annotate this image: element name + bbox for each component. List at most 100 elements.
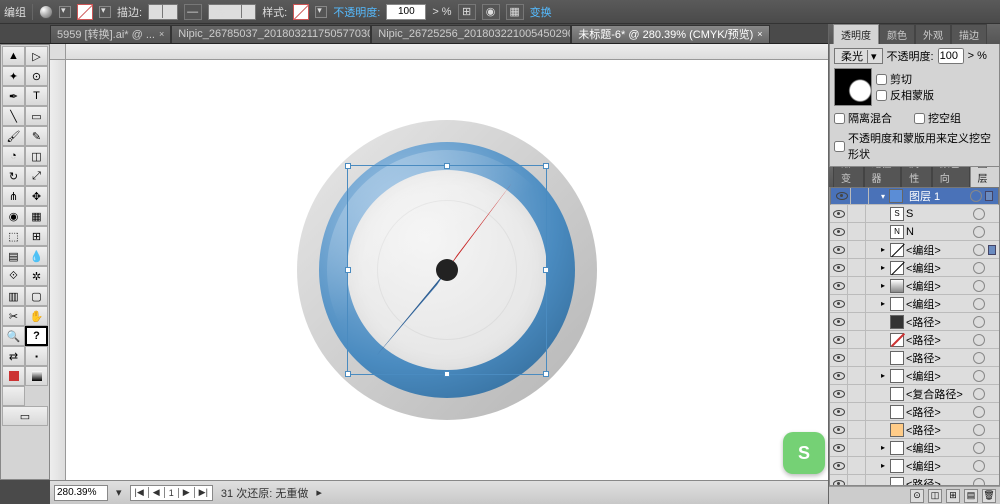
stroke-color-dropdown[interactable] bbox=[99, 6, 111, 18]
panel-opacity-input[interactable] bbox=[938, 48, 964, 64]
recolor-icon[interactable]: ◉ bbox=[482, 4, 500, 20]
layer-name[interactable]: <路径> bbox=[906, 314, 970, 330]
make-mask-icon[interactable]: ◫ bbox=[928, 489, 942, 503]
target-icon[interactable] bbox=[973, 298, 985, 310]
target-icon[interactable] bbox=[973, 460, 985, 472]
visibility-toggle[interactable] bbox=[830, 223, 848, 240]
selection-indicator[interactable] bbox=[988, 479, 996, 487]
layer-name[interactable]: <编组> bbox=[906, 458, 970, 474]
layer-row[interactable]: ▸<编组> bbox=[830, 295, 999, 313]
horizontal-ruler[interactable] bbox=[66, 44, 828, 60]
document-tab[interactable]: 5959 [转换].ai* @ ...× bbox=[50, 25, 171, 43]
layer-name[interactable]: <编组> bbox=[906, 278, 970, 294]
tab-transparency[interactable]: 透明度 bbox=[833, 24, 879, 44]
lock-toggle[interactable] bbox=[848, 457, 866, 474]
layer-name[interactable]: <编组> bbox=[906, 296, 970, 312]
style-dropdown[interactable] bbox=[315, 6, 327, 18]
layer-name[interactable]: <路径> bbox=[906, 422, 970, 438]
layer-row[interactable]: <路径> bbox=[830, 313, 999, 331]
visibility-toggle[interactable] bbox=[833, 188, 851, 204]
visibility-toggle[interactable] bbox=[830, 403, 848, 420]
target-icon[interactable] bbox=[970, 190, 982, 202]
layer-row[interactable]: NN bbox=[830, 223, 999, 241]
delete-layer-icon[interactable]: 🗑 bbox=[982, 489, 996, 503]
target-icon[interactable] bbox=[973, 352, 985, 364]
visibility-toggle[interactable] bbox=[830, 313, 848, 330]
lock-toggle[interactable] bbox=[848, 313, 866, 330]
tab-appearance[interactable]: 外观 bbox=[915, 24, 951, 44]
visibility-toggle[interactable] bbox=[830, 349, 848, 366]
transform-label[interactable]: 变换 bbox=[530, 4, 552, 20]
selection-indicator[interactable] bbox=[988, 407, 996, 417]
layer-row[interactable]: ▸<编组> bbox=[830, 367, 999, 385]
symbol-sprayer-tool[interactable]: ✲ bbox=[25, 266, 48, 286]
layer-row[interactable]: ▸ <编组> bbox=[830, 439, 999, 457]
selection-indicator[interactable] bbox=[988, 263, 996, 273]
layer-row[interactable]: SS bbox=[830, 205, 999, 223]
layer-list[interactable]: ▾图层 1SSNN▸<编组>▸<编组>▸<编组>▸<编组><路径><路径><路径… bbox=[829, 187, 1000, 486]
lock-toggle[interactable] bbox=[848, 385, 866, 402]
free-transform-tool[interactable]: ✥ bbox=[25, 186, 48, 206]
target-icon[interactable] bbox=[973, 478, 985, 487]
layer-row[interactable]: <路径> bbox=[830, 403, 999, 421]
pen-tool[interactable]: ✒ bbox=[2, 86, 25, 106]
ruler-origin[interactable] bbox=[50, 44, 66, 60]
visibility-toggle[interactable] bbox=[830, 385, 848, 402]
target-icon[interactable] bbox=[973, 334, 985, 346]
layer-name[interactable]: <编组> bbox=[906, 440, 970, 456]
layer-row[interactable]: <路径> bbox=[830, 349, 999, 367]
target-icon[interactable] bbox=[973, 370, 985, 382]
lock-toggle[interactable] bbox=[848, 367, 866, 384]
width-tool[interactable]: ⋔ bbox=[2, 186, 25, 206]
target-icon[interactable] bbox=[973, 280, 985, 292]
visibility-toggle[interactable] bbox=[830, 259, 848, 276]
visibility-toggle[interactable] bbox=[830, 331, 848, 348]
selection-indicator[interactable] bbox=[988, 227, 996, 237]
align-icon[interactable]: ⊞ bbox=[458, 4, 476, 20]
define-knockout-checkbox[interactable] bbox=[834, 141, 845, 152]
canvas[interactable] bbox=[50, 44, 828, 480]
selection-indicator[interactable] bbox=[988, 245, 996, 255]
target-icon[interactable] bbox=[973, 442, 985, 454]
layer-row[interactable]: ▸<编组> bbox=[830, 457, 999, 475]
layer-name[interactable]: <路径> bbox=[906, 350, 970, 366]
layer-row[interactable]: <路径> bbox=[830, 331, 999, 349]
lock-toggle[interactable] bbox=[848, 277, 866, 294]
blob-brush-tool[interactable]: ◔ bbox=[2, 146, 25, 166]
close-icon[interactable]: × bbox=[159, 29, 164, 39]
disclosure-icon[interactable]: ▸ bbox=[878, 245, 888, 254]
visibility-toggle[interactable] bbox=[830, 367, 848, 384]
lock-toggle[interactable] bbox=[848, 223, 866, 240]
layer-name[interactable]: <复合路径> bbox=[906, 386, 970, 402]
isolate-icon[interactable]: ▦ bbox=[506, 4, 524, 20]
eyedropper-tool[interactable]: 💧 bbox=[25, 246, 48, 266]
target-icon[interactable] bbox=[973, 424, 985, 436]
gradient-tool[interactable]: ▤ bbox=[2, 246, 25, 266]
rectangle-tool[interactable]: ▭ bbox=[25, 106, 48, 126]
layer-row[interactable]: <复合路径> bbox=[830, 385, 999, 403]
mask-thumbnail[interactable] bbox=[834, 68, 872, 106]
blend-tool[interactable]: ⟐ bbox=[2, 266, 25, 286]
layer-row[interactable]: ▸<编组> bbox=[830, 259, 999, 277]
pencil-tool[interactable]: ✎ bbox=[25, 126, 48, 146]
layer-name[interactable]: 图层 1 bbox=[905, 188, 967, 204]
visibility-toggle[interactable] bbox=[830, 421, 848, 438]
locate-object-icon[interactable]: ⊙ bbox=[910, 489, 924, 503]
artwork-viewport[interactable] bbox=[66, 60, 828, 480]
disclosure-icon[interactable]: ▸ bbox=[878, 443, 888, 452]
selection-indicator[interactable] bbox=[988, 299, 996, 309]
swap-fill-stroke[interactable]: ⇄ bbox=[2, 346, 25, 366]
new-layer-icon[interactable]: ▤ bbox=[964, 489, 978, 503]
none-mode[interactable] bbox=[2, 386, 25, 406]
lock-toggle[interactable] bbox=[848, 241, 866, 258]
fill-dropdown[interactable] bbox=[59, 6, 71, 18]
fill-swatch[interactable] bbox=[39, 5, 53, 19]
magic-wand-tool[interactable]: ✦ bbox=[2, 66, 25, 86]
live-paint-tool[interactable]: ▦ bbox=[25, 206, 48, 226]
lock-toggle[interactable] bbox=[848, 295, 866, 312]
stroke-weight[interactable]: ▾ bbox=[148, 4, 178, 20]
selection-tool[interactable]: ▲ bbox=[2, 46, 25, 66]
lock-toggle[interactable] bbox=[848, 205, 866, 222]
gradient-mode[interactable] bbox=[25, 366, 48, 386]
visibility-toggle[interactable] bbox=[830, 439, 848, 456]
